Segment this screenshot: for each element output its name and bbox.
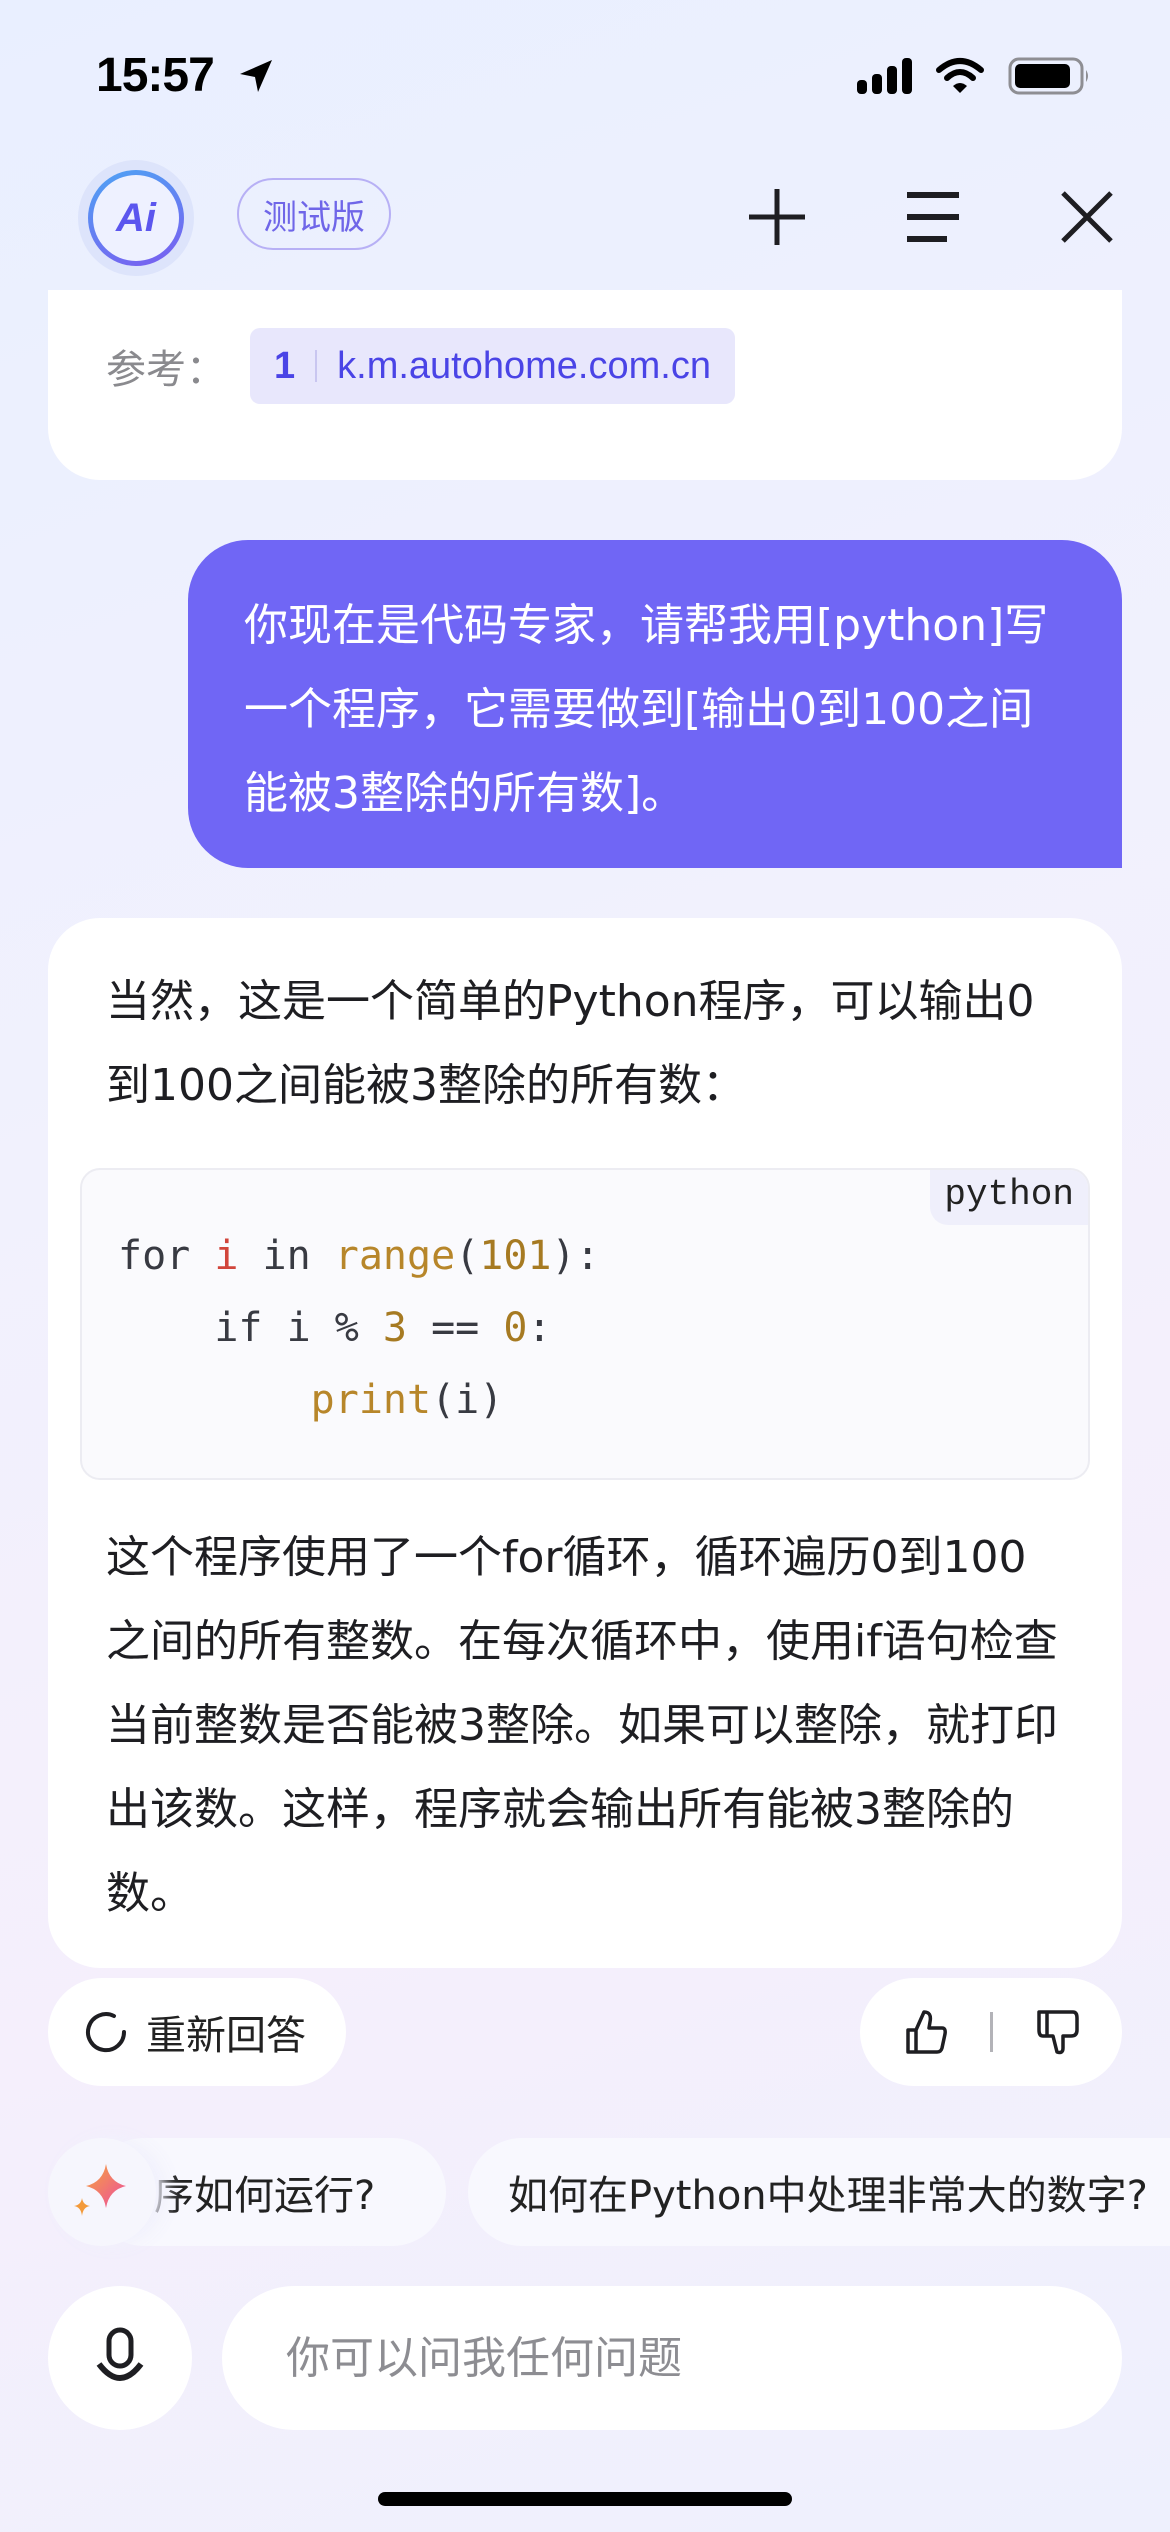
code-line: for i in range(101): <box>118 1220 600 1292</box>
code-token: (i) <box>431 1377 504 1423</box>
reference-divider <box>315 350 318 382</box>
assistant-message-card: 当然，这是一个简单的Python程序，可以输出0到100之间能被3整除的所有数：… <box>48 918 1122 1968</box>
location-arrow-icon <box>240 60 272 92</box>
code-block: python for i in range(101): if i % 3 == … <box>80 1168 1090 1480</box>
logo-text: Ai <box>93 175 179 261</box>
new-chat-button[interactable] <box>742 182 812 252</box>
close-button[interactable] <box>1052 182 1122 252</box>
assistant-intro-text: 当然，这是一个简单的Python程序，可以输出0到100之间能被3整除的所有数： <box>106 976 1035 1111</box>
reference-index: 1 <box>274 344 296 387</box>
regenerate-label: 重新回答 <box>146 2013 306 2059</box>
menu-icon <box>907 192 959 242</box>
code-token: 0 <box>503 1305 528 1351</box>
code-line: if i % 3 == 0: <box>118 1292 600 1364</box>
suggestion-row[interactable]: 序如何运行? 如何在Python中处理非常大的数字? <box>0 2138 1170 2248</box>
home-indicator[interactable] <box>378 2492 792 2506</box>
code-token: if i % <box>118 1305 383 1351</box>
code-token: ( <box>455 1233 480 1279</box>
code-language-label: python <box>930 1170 1088 1225</box>
code-lines: for i in range(101): if i % 3 == 0: prin… <box>118 1220 600 1436</box>
beta-badge: 测试版 <box>237 178 391 250</box>
regenerate-button[interactable]: 重新回答 <box>48 1978 346 2086</box>
code-token: : <box>527 1305 552 1351</box>
code-token: ): <box>551 1233 600 1279</box>
code-token: 101 <box>479 1233 552 1279</box>
plus-icon <box>749 189 805 245</box>
chat-scroll-area[interactable]: 参考： 1 k.m.autohome.com.cn 你现在是代码专家，请帮我用[… <box>0 290 1170 1970</box>
microphone-icon <box>96 2327 144 2381</box>
thumbs-up-icon[interactable] <box>902 2008 950 2056</box>
app-header: Ai 测试版 <box>0 150 1170 290</box>
previous-answer-card: 参考： 1 k.m.autohome.com.cn <box>48 290 1122 480</box>
assistant-explanation-text: 这个程序使用了一个for循环，循环遍历0到100之间的所有整数。在每次循环中，使… <box>106 1532 1058 1919</box>
suggestion-chip[interactable]: 如何在Python中处理非常大的数字? <box>468 2138 1170 2246</box>
refresh-icon <box>86 2012 127 2053</box>
message-input[interactable] <box>222 2286 1122 2430</box>
code-token: for <box>118 1233 215 1279</box>
status-bar: 15:57 <box>0 0 1170 150</box>
code-token: range <box>334 1233 456 1279</box>
reference-source: k.m.autohome.com.cn <box>337 344 711 387</box>
reference-row: 参考： 1 k.m.autohome.com.cn <box>106 328 735 404</box>
battery-icon <box>1008 57 1088 95</box>
code-token: i <box>214 1233 239 1279</box>
suggestions-sparkle-button[interactable] <box>48 2138 156 2246</box>
code-token: == <box>407 1305 504 1351</box>
feedback-divider <box>989 2012 993 2052</box>
wifi-icon <box>936 58 984 93</box>
reference-label: 参考： <box>106 347 226 393</box>
voice-input-button[interactable] <box>48 2286 192 2430</box>
code-token: print <box>310 1377 432 1423</box>
status-time: 15:57 <box>96 49 215 102</box>
user-message-bubble: 你现在是代码专家，请帮我用[python]写一个程序，它需要做到[输出0到100… <box>188 540 1122 868</box>
ai-logo: Ai <box>78 160 194 276</box>
thumbs-down-icon[interactable] <box>1033 2008 1081 2056</box>
code-line: print(i) <box>118 1364 600 1436</box>
reference-link[interactable]: 1 k.m.autohome.com.cn <box>250 328 735 404</box>
sparkle-icon <box>74 2164 126 2216</box>
history-menu-button[interactable] <box>898 182 968 252</box>
cellular-signal-icon <box>857 58 912 94</box>
code-token: 3 <box>382 1305 407 1351</box>
feedback-group <box>860 1978 1122 2086</box>
code-token: in <box>238 1233 335 1279</box>
close-icon <box>1061 191 1113 243</box>
